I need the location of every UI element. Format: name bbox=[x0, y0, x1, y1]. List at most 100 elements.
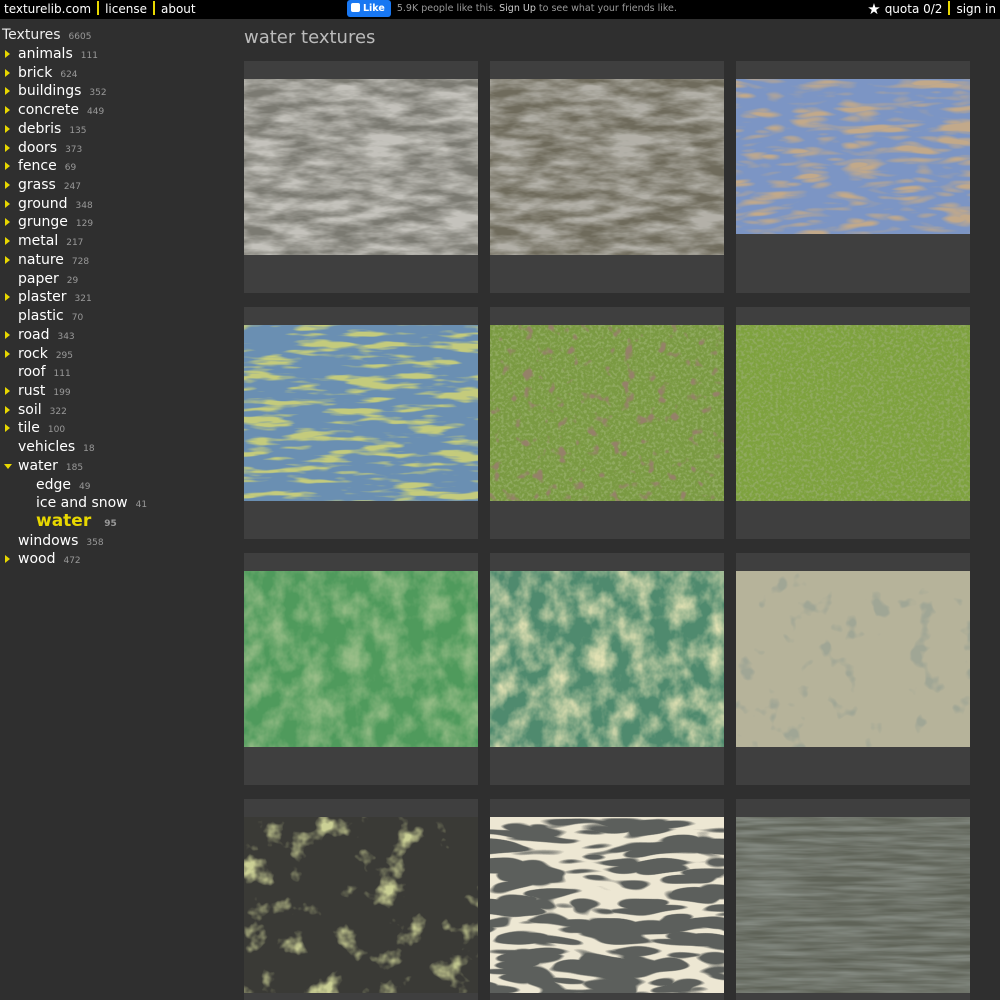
sidebar-item-text: plaster bbox=[18, 289, 67, 306]
sidebar-item-label: metal 217 bbox=[18, 233, 83, 249]
sidebar-item-text: edge bbox=[36, 476, 71, 493]
sidebar-root-textures[interactable]: Textures 6605 bbox=[2, 27, 91, 43]
caret-right-icon[interactable] bbox=[5, 162, 10, 171]
sidebar-item-label: debris 135 bbox=[18, 121, 87, 137]
sidebar-item-count: 348 bbox=[75, 200, 93, 211]
sidebar-item-text: doors bbox=[18, 139, 58, 156]
sidebar-item-count: 217 bbox=[66, 238, 84, 249]
sidebar-item-count: 49 bbox=[79, 481, 91, 492]
quota-label[interactable]: quota 0/2 bbox=[885, 2, 943, 16]
page-title: water textures bbox=[244, 27, 376, 48]
caret-right-icon[interactable] bbox=[5, 237, 10, 246]
sidebar-item-text: buildings bbox=[18, 83, 82, 100]
caret-right-icon[interactable] bbox=[5, 199, 10, 208]
sidebar-item-text: debris bbox=[18, 120, 62, 137]
caret-right-icon[interactable] bbox=[5, 106, 10, 115]
sidebar-item-count: 185 bbox=[65, 462, 84, 473]
sidebar-item-label: fence 69 bbox=[18, 158, 76, 174]
texture-thumbnail[interactable] bbox=[490, 307, 724, 539]
texture-thumbnail[interactable] bbox=[490, 799, 724, 1000]
sidebar-item-text: road bbox=[18, 326, 50, 343]
sidebar-item-count: 352 bbox=[89, 88, 107, 99]
sidebar-item-count: 199 bbox=[53, 387, 71, 398]
nav-separator bbox=[97, 1, 100, 15]
sidebar-item-count: 322 bbox=[49, 406, 67, 417]
sidebar-item-text: water bbox=[36, 511, 92, 531]
facebook-like-button[interactable]: Like bbox=[347, 0, 391, 17]
texture-image bbox=[736, 571, 970, 747]
sidebar-item-count: 624 bbox=[60, 69, 78, 80]
caret-down-icon[interactable] bbox=[4, 463, 12, 469]
texture-image bbox=[490, 817, 724, 993]
sidebar-item-label: windows 358 bbox=[18, 533, 104, 549]
sidebar-item-count: 129 bbox=[75, 219, 94, 230]
caret-right-icon[interactable] bbox=[5, 218, 10, 227]
sidebar-item-label: nature 728 bbox=[18, 252, 89, 268]
texture-image bbox=[244, 79, 478, 255]
texture-thumbnail[interactable] bbox=[244, 61, 478, 293]
top-nav: texturelib.com license about bbox=[4, 0, 196, 19]
caret-right-icon[interactable] bbox=[5, 555, 10, 564]
caret-right-icon[interactable] bbox=[5, 405, 10, 414]
site-link[interactable]: texturelib.com bbox=[4, 2, 91, 16]
caret-right-icon[interactable] bbox=[5, 255, 10, 264]
signin-link[interactable]: sign in bbox=[956, 2, 996, 16]
caret-right-icon[interactable] bbox=[5, 68, 10, 77]
caret-right-icon[interactable] bbox=[5, 386, 10, 395]
sidebar-item-count: 100 bbox=[47, 425, 66, 436]
caret-right-icon[interactable] bbox=[5, 124, 10, 133]
caret-right-icon[interactable] bbox=[5, 330, 10, 339]
caret-right-icon[interactable] bbox=[5, 87, 10, 96]
texture-image bbox=[490, 571, 724, 747]
caret-right-icon[interactable] bbox=[5, 349, 10, 358]
texture-thumbnail[interactable] bbox=[490, 61, 724, 293]
sidebar-item-label: plaster 321 bbox=[18, 289, 92, 305]
texture-image bbox=[490, 79, 724, 255]
sidebar-item-text: plastic bbox=[18, 308, 64, 325]
sidebar-item-count: 321 bbox=[74, 294, 92, 305]
texture-thumbnail[interactable] bbox=[736, 307, 970, 539]
about-link[interactable]: about bbox=[161, 2, 196, 16]
sidebar-item-text: brick bbox=[18, 64, 53, 81]
sidebar-item-count: 111 bbox=[80, 51, 98, 61]
caret-right-icon[interactable] bbox=[5, 143, 10, 152]
texture-thumbnail[interactable] bbox=[244, 799, 478, 1000]
texture-image bbox=[244, 325, 478, 501]
facebook-signup-link[interactable]: Sign Up bbox=[499, 3, 536, 14]
sidebar-item-text: fence bbox=[18, 158, 57, 175]
texture-image bbox=[736, 79, 970, 234]
texture-image bbox=[244, 571, 478, 747]
texture-image bbox=[490, 325, 724, 501]
sidebar-item-label: grass 247 bbox=[18, 177, 81, 193]
sidebar-item-label: paper 29 bbox=[18, 271, 78, 287]
sidebar-item-count: 373 bbox=[65, 144, 83, 155]
sidebar-item-label: doors 373 bbox=[18, 140, 82, 156]
facebook-like-label: Like bbox=[363, 3, 385, 14]
texture-thumbnail[interactable] bbox=[244, 307, 478, 539]
texture-thumbnail[interactable] bbox=[244, 553, 478, 785]
sidebar-item-label: ground 348 bbox=[18, 196, 93, 212]
caret-right-icon[interactable] bbox=[5, 50, 10, 58]
sidebar-item-label: grunge 129 bbox=[18, 214, 93, 230]
texture-thumbnail[interactable] bbox=[736, 61, 970, 293]
sidebar-item-count: 70 bbox=[71, 313, 84, 324]
sidebar-item-text: tile bbox=[18, 420, 40, 437]
texture-thumbnail[interactable] bbox=[736, 553, 970, 785]
caret-right-icon[interactable] bbox=[5, 424, 10, 433]
license-link[interactable]: license bbox=[105, 2, 147, 16]
sidebar-item-label: rock 295 bbox=[18, 346, 73, 362]
sidebar-item-text: windows bbox=[18, 532, 79, 549]
sidebar-root-label: Textures bbox=[2, 27, 61, 43]
sidebar-item-count: 295 bbox=[55, 350, 74, 361]
sidebar-item-label: water 95 bbox=[36, 511, 117, 531]
thumbs-up-icon bbox=[351, 3, 360, 12]
sidebar-item-label: road 343 bbox=[18, 327, 75, 343]
star-icon[interactable]: ★ bbox=[867, 0, 880, 18]
texture-thumbnail[interactable] bbox=[736, 799, 970, 1000]
sidebar-item-count: 18 bbox=[83, 444, 95, 455]
texture-thumbnail[interactable] bbox=[490, 553, 724, 785]
sidebar-item-label: tile 100 bbox=[18, 420, 65, 436]
texture-image bbox=[736, 817, 970, 993]
caret-right-icon[interactable] bbox=[5, 181, 10, 190]
caret-right-icon[interactable] bbox=[5, 293, 10, 302]
